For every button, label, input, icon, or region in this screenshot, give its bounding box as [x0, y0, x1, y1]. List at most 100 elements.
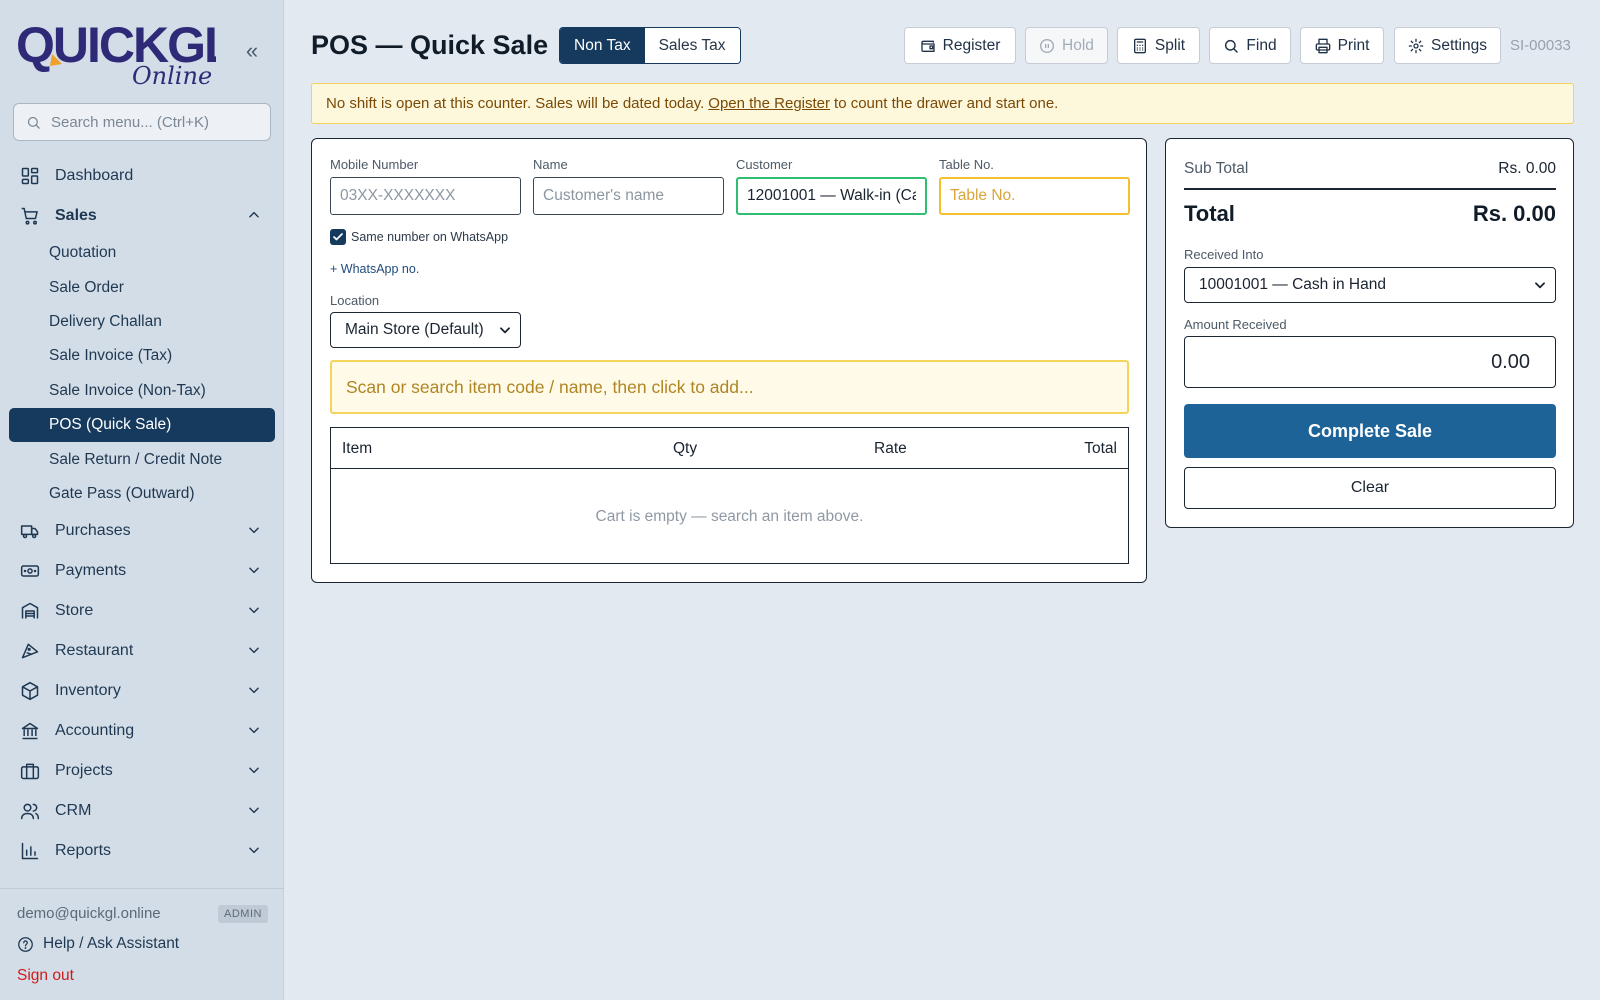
- complete-sale-button[interactable]: Complete Sale: [1184, 404, 1556, 458]
- cart-empty-message: Cart is empty — search an item above.: [595, 508, 864, 525]
- sidebar-item-purchases[interactable]: Purchases: [9, 511, 275, 551]
- sidebar-item-label: Restaurant: [55, 642, 134, 660]
- help-link[interactable]: Help / Ask Assistant: [17, 935, 179, 953]
- user-email: demo@quickgl.online: [17, 905, 161, 922]
- sign-out-link[interactable]: Sign out: [17, 967, 74, 985]
- calculator-icon: [1133, 38, 1146, 53]
- bar-chart-icon: [20, 841, 40, 861]
- amount-received-input[interactable]: [1184, 336, 1556, 388]
- open-register-link[interactable]: Open the Register: [708, 95, 830, 112]
- print-button[interactable]: Print: [1300, 27, 1384, 64]
- mobile-number-label: Mobile Number: [330, 157, 419, 172]
- sidebar-item-reports[interactable]: Reports: [9, 831, 275, 871]
- double-chevron-left-icon[interactable]: «: [240, 40, 264, 64]
- chevron-down-icon: [249, 687, 259, 694]
- item-search-input[interactable]: [330, 360, 1129, 414]
- add-whatsapp-link[interactable]: + WhatsApp no.: [330, 262, 419, 276]
- sidebar-item-label: Dashboard: [55, 167, 134, 184]
- table-no-label: Table No.: [939, 157, 994, 172]
- sidebar-subitem-delivery-challan[interactable]: Delivery Challan: [9, 305, 275, 339]
- app-logo[interactable]: QUICKGL Online: [16, 14, 235, 90]
- sidebar-subitem-sale-invoice-tax[interactable]: Sale Invoice (Tax): [9, 339, 275, 373]
- sidebar-footer: demo@quickgl.online ADMIN Help / Ask Ass…: [0, 888, 284, 984]
- search-icon: [27, 116, 40, 129]
- chevron-down-icon: [500, 327, 510, 334]
- sidebar-item-label: Inventory: [55, 682, 121, 700]
- sidebar-item-label: Projects: [55, 762, 113, 780]
- tax-mode-non-tax[interactable]: Non Tax: [560, 28, 645, 63]
- customer-input[interactable]: [736, 177, 927, 215]
- chevron-up-icon: [249, 211, 259, 218]
- svg-text:Online: Online: [132, 62, 212, 90]
- sidebar-subitem-sale-invoice-non-tax[interactable]: Sale Invoice (Non-Tax): [9, 374, 275, 408]
- chevron-down-icon: [249, 727, 259, 734]
- customer-label: Customer: [736, 157, 793, 172]
- sidebar-item-label: CRM: [55, 802, 92, 820]
- find-button-label: Find: [1246, 36, 1277, 54]
- chevron-down-icon: [1535, 282, 1545, 289]
- wallet-icon: [920, 40, 935, 52]
- sidebar-subitem-quotation[interactable]: Quotation: [9, 236, 275, 270]
- alert-text-after: to count the drawer and start one.: [834, 95, 1059, 112]
- whatsapp-same-label: Same number on WhatsApp: [351, 230, 509, 244]
- restaurant-icon: [20, 641, 40, 661]
- table-no-input[interactable]: [939, 177, 1130, 215]
- chevron-down-icon: [249, 767, 259, 774]
- alert-text-before: No shift is open at this counter. Sales …: [326, 95, 705, 112]
- sidebar-item-sales[interactable]: Sales: [9, 196, 275, 236]
- payment-summary-card: Sub Total Rs. 0.00 Total Rs. 0.00 Receiv…: [1165, 138, 1574, 528]
- sidebar-item-dashboard[interactable]: Dashboard: [9, 156, 275, 196]
- briefcase-icon: [20, 761, 40, 781]
- sidebar: QUICKGL Online « Dashboard Sales Quotati…: [0, 0, 284, 1000]
- sidebar-item-restaurant[interactable]: Restaurant: [9, 631, 275, 671]
- sidebar-subitem-gate-pass[interactable]: Gate Pass (Outward): [9, 477, 275, 511]
- users-icon: [20, 801, 40, 821]
- sidebar-item-crm[interactable]: CRM: [9, 791, 275, 831]
- sidebar-item-accounting[interactable]: Accounting: [9, 711, 275, 751]
- column-header-total: Total: [1084, 440, 1117, 457]
- search-icon: [1225, 39, 1239, 53]
- quickgl-logo-icon: QUICKGL Online: [16, 17, 235, 90]
- sidebar-item-projects[interactable]: Projects: [9, 751, 275, 791]
- menu-search-input[interactable]: [51, 113, 261, 131]
- whatsapp-same-checkbox[interactable]: [330, 229, 346, 245]
- sidebar-item-store[interactable]: Store: [9, 591, 275, 631]
- cart-icon: [20, 206, 40, 226]
- column-header-rate: Rate: [874, 440, 907, 457]
- sidebar-subitem-sale-return[interactable]: Sale Return / Credit Note: [9, 442, 275, 476]
- sidebar-subitem-pos-quick-sale[interactable]: POS (Quick Sale): [9, 407, 275, 443]
- sidebar-item-label: Accounting: [55, 722, 135, 740]
- sidebar-item-label: Payments: [55, 562, 127, 580]
- menu-search[interactable]: [13, 103, 271, 141]
- chevron-down-icon: [249, 607, 259, 614]
- pause-icon: [1040, 38, 1055, 53]
- whatsapp-same-row: Same number on WhatsApp: [330, 229, 508, 245]
- dashboard-icon: [20, 166, 40, 186]
- location-select[interactable]: Main Store (Default): [330, 312, 521, 348]
- role-badge: ADMIN: [218, 905, 268, 923]
- sidebar-item-inventory[interactable]: Inventory: [9, 671, 275, 711]
- mobile-number-input[interactable]: [330, 177, 521, 215]
- hold-button-label: Hold: [1062, 36, 1094, 54]
- sidebar-item-label: Purchases: [55, 522, 131, 540]
- split-button-label: Split: [1154, 36, 1186, 54]
- hold-button[interactable]: Hold: [1025, 27, 1108, 64]
- customer-name-input[interactable]: [533, 177, 724, 215]
- total-row: Total Rs. 0.00: [1184, 201, 1556, 227]
- received-into-value: 10001001 — Cash in Hand: [1199, 276, 1386, 293]
- register-button-label: Register: [942, 36, 1001, 54]
- sidebar-item-payments[interactable]: Payments: [9, 551, 275, 591]
- sidebar-subitem-sale-order[interactable]: Sale Order: [9, 270, 275, 304]
- split-button[interactable]: Split: [1117, 27, 1200, 64]
- find-button[interactable]: Find: [1209, 27, 1291, 64]
- settings-button[interactable]: Settings: [1394, 27, 1501, 64]
- subtotal-row: Sub Total Rs. 0.00: [1184, 160, 1556, 190]
- total-value: Rs. 0.00: [1472, 201, 1556, 226]
- clear-button[interactable]: Clear: [1184, 467, 1556, 509]
- received-into-select[interactable]: 10001001 — Cash in Hand: [1184, 267, 1556, 303]
- sidebar-item-label: Sales: [55, 207, 97, 224]
- shift-alert: No shift is open at this counter. Sales …: [311, 83, 1574, 124]
- sale-form-card: Mobile Number Name Customer Table No. Sa…: [311, 138, 1147, 583]
- tax-mode-sales-tax[interactable]: Sales Tax: [644, 28, 740, 63]
- register-button[interactable]: Register: [904, 27, 1016, 64]
